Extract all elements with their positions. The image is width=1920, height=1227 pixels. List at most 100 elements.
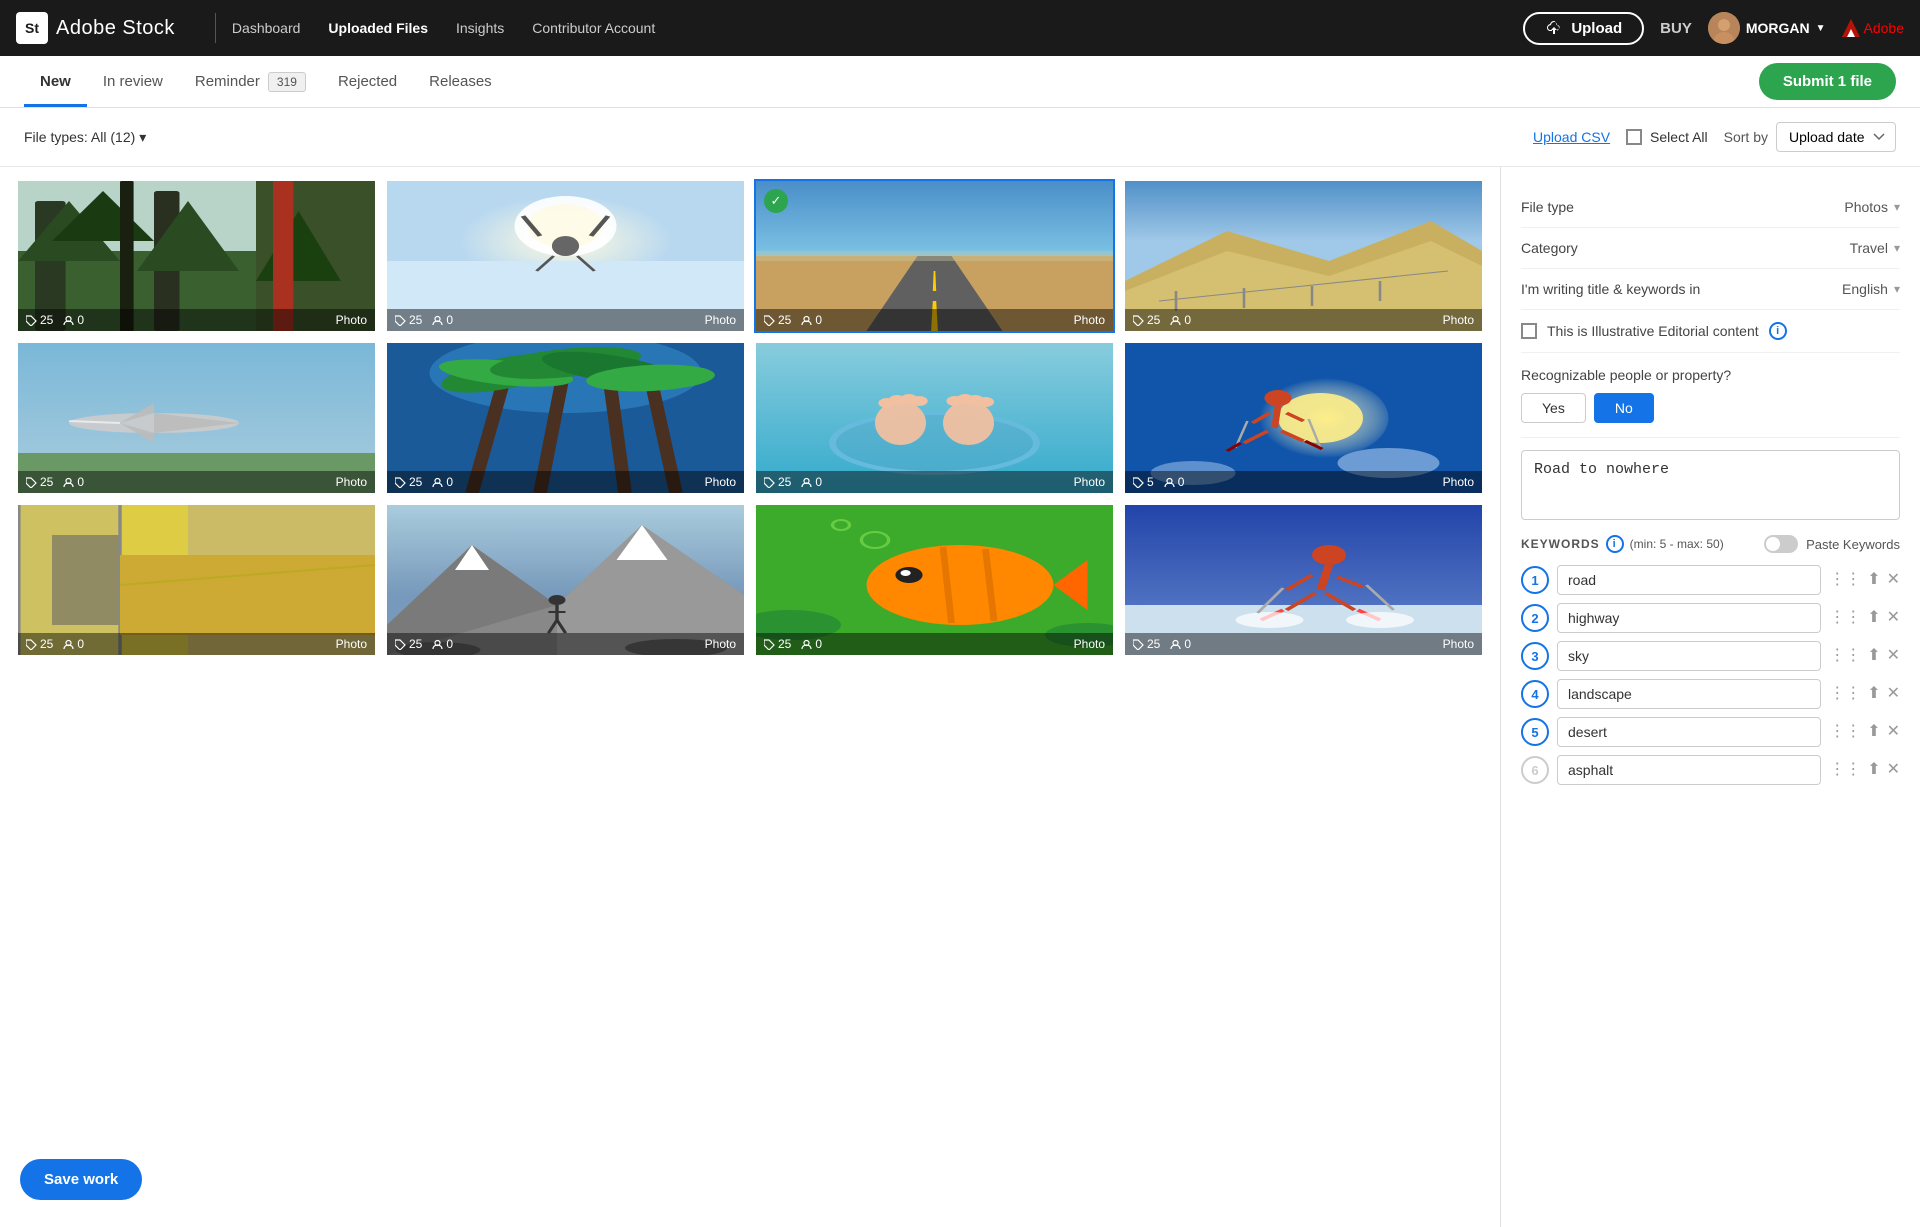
photo-card-3[interactable]: ✓ 25 0 Photo [754,179,1115,333]
people-icon-12 [1170,639,1181,650]
photo-card-10[interactable]: 25 0 Photo [385,503,746,657]
people-6: 0 [432,475,453,489]
tab-new[interactable]: New [24,57,87,106]
no-button[interactable]: No [1594,393,1654,423]
photo-type-6: Photo [705,475,736,489]
logo-area: St Adobe Stock [16,12,175,44]
keyword-input-3[interactable] [1557,641,1821,671]
title-input[interactable]: Road to nowhere [1521,450,1900,520]
main-layout: 25 0 Photo [0,167,1920,1227]
photo-card-5[interactable]: 25 0 Photo [16,341,377,495]
photo-footer-6: 25 0 Photo [387,471,744,493]
file-types-dropdown[interactable]: File types: All (12) ▾ [24,129,146,146]
keyword-drag-6[interactable]: ⋮⋮ [1829,762,1861,778]
photo-card-7[interactable]: 25 0 Photo [754,341,1115,495]
file-type-value-area[interactable]: Photos ▾ [1844,199,1900,215]
sort-by-label: Sort by [1724,129,1768,145]
keyword-input-5[interactable] [1557,717,1821,747]
photo-card-11[interactable]: 25 0 Photo [754,503,1115,657]
photo-stats-11: 25 0 [764,637,822,651]
nav-uploaded-files[interactable]: Uploaded Files [328,20,428,36]
buy-link[interactable]: BUY [1660,20,1692,37]
photo-footer-9: 25 0 Photo [18,633,375,655]
keyword-remove-4[interactable]: ✕ [1887,686,1900,702]
select-all-checkbox[interactable] [1626,129,1642,145]
tab-rejected[interactable]: Rejected [322,57,413,106]
keyword-input-1[interactable] [1557,565,1821,595]
submit-button[interactable]: Submit 1 file [1759,63,1896,100]
keywords-info-icon[interactable]: i [1606,535,1624,553]
keyword-actions-2: ⋮⋮ ⬆ ✕ [1829,610,1900,626]
save-work-button[interactable]: Save work [20,1159,142,1200]
people-icon-5 [63,477,74,488]
keyword-drag-1[interactable]: ⋮⋮ [1829,572,1861,588]
keyword-num-4: 4 [1521,680,1549,708]
photo-type-3: Photo [1074,313,1105,327]
keyword-up-3[interactable]: ⬆ [1867,648,1880,664]
editorial-checkbox[interactable] [1521,323,1537,339]
keyword-up-1[interactable]: ⬆ [1867,572,1880,588]
user-area[interactable]: MORGAN ▼ [1708,12,1826,44]
keyword-input-4[interactable] [1557,679,1821,709]
photo-type-4: Photo [1443,313,1474,327]
photo-stats-10: 25 0 [395,637,453,651]
keyword-drag-4[interactable]: ⋮⋮ [1829,686,1861,702]
tab-in-review[interactable]: In review [87,57,179,106]
photo-card-1[interactable]: 25 0 Photo [16,179,377,333]
user-dropdown-arrow[interactable]: ▼ [1816,23,1826,34]
keyword-remove-5[interactable]: ✕ [1887,724,1900,740]
chevron-down-icon: ▾ [139,129,146,146]
keyword-up-2[interactable]: ⬆ [1867,610,1880,626]
select-all-area[interactable]: Select All [1626,129,1708,145]
select-all-label: Select All [1650,129,1708,145]
keyword-remove-1[interactable]: ✕ [1887,572,1900,588]
language-value-area[interactable]: English ▾ [1842,281,1900,297]
keyword-remove-2[interactable]: ✕ [1887,610,1900,626]
keyword-input-6[interactable] [1557,755,1821,785]
photo-card-9[interactable]: 25 0 Photo [16,503,377,657]
photo-card-4[interactable]: 25 0 Photo [1123,179,1484,333]
upload-csv-button[interactable]: Upload CSV [1533,129,1610,145]
people-icon-11 [801,639,812,650]
keyword-remove-6[interactable]: ✕ [1887,762,1900,778]
photo-card-8[interactable]: 5 0 Photo [1123,341,1484,495]
category-value-area[interactable]: Travel ▾ [1850,240,1900,256]
likes-5: 25 [26,475,53,489]
photo-stats-7: 25 0 [764,475,822,489]
people-1: 0 [63,313,84,327]
keyword-input-2[interactable] [1557,603,1821,633]
app-name: Adobe Stock [56,17,175,40]
tab-reminder[interactable]: Reminder 319 [179,56,322,108]
photo-card-2[interactable]: 25 0 Photo [385,179,746,333]
sort-select[interactable]: Upload date Title File type [1776,122,1896,152]
photo-card-12[interactable]: 25 0 Photo [1123,503,1484,657]
keyword-num-6: 6 [1521,756,1549,784]
keyword-up-4[interactable]: ⬆ [1867,686,1880,702]
editorial-info-icon[interactable]: i [1769,322,1787,340]
people-icon-6 [432,477,443,488]
photo-stats-8: 5 0 [1133,475,1184,489]
keyword-up-5[interactable]: ⬆ [1867,724,1880,740]
cloud-upload-icon [1545,20,1563,36]
category-value: Travel [1850,240,1888,256]
people-12: 0 [1170,637,1191,651]
paste-keywords-toggle[interactable] [1764,535,1798,553]
nav-contributor-account[interactable]: Contributor Account [532,20,655,36]
tag-icon-7 [764,477,775,488]
nav-links: Dashboard Uploaded Files Insights Contri… [232,20,1523,36]
nav-insights[interactable]: Insights [456,20,504,36]
yes-button[interactable]: Yes [1521,393,1586,423]
keyword-drag-5[interactable]: ⋮⋮ [1829,724,1861,740]
tab-releases[interactable]: Releases [413,57,508,106]
keyword-row-6: 6 ⋮⋮ ⬆ ✕ [1521,755,1900,785]
upload-button[interactable]: Upload [1523,12,1644,45]
paste-keywords-label: Paste Keywords [1806,537,1900,552]
photo-card-6[interactable]: 25 0 Photo [385,341,746,495]
nav-dashboard[interactable]: Dashboard [232,20,301,36]
keyword-drag-2[interactable]: ⋮⋮ [1829,610,1861,626]
keyword-up-6[interactable]: ⬆ [1867,762,1880,778]
keyword-remove-3[interactable]: ✕ [1887,648,1900,664]
avatar-image [1708,12,1740,44]
photo-type-7: Photo [1074,475,1105,489]
keyword-drag-3[interactable]: ⋮⋮ [1829,648,1861,664]
